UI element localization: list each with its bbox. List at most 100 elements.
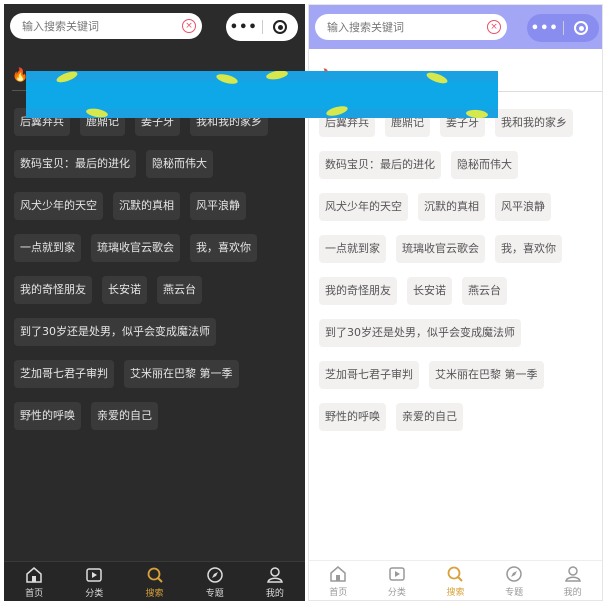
tab-label: 分类 [85,588,104,599]
clear-icon[interactable]: × [182,19,196,33]
compass-icon [506,565,522,582]
redaction-band [26,81,498,109]
target-icon [574,21,589,35]
tab-label: 搜索 [145,588,164,599]
clear-icon[interactable]: × [487,20,501,34]
hot-tag[interactable]: 长安诺 [407,277,452,305]
close-button[interactable] [262,20,298,34]
hot-tag[interactable]: 我和我的家乡 [495,109,573,137]
video-icon [86,567,103,582]
user-icon [564,565,581,582]
tab-mine[interactable]: 我的 [245,562,305,601]
tab-search[interactable]: 搜索 [124,562,184,601]
search-box[interactable]: × [315,14,507,40]
tab-home[interactable]: 首页 [4,562,64,601]
hot-tag[interactable]: 艾米丽在巴黎 第一季 [124,360,239,388]
top-bar: × ••• [309,5,602,49]
hot-tag[interactable]: 沉默的真相 [418,193,485,221]
more-button[interactable]: ••• [527,21,563,36]
home-icon [330,565,347,582]
search-input[interactable] [327,20,477,34]
search-input[interactable] [22,19,172,33]
tag-row: 芝加哥七君子审判 艾米丽在巴黎 第一季 [319,361,602,403]
hot-tag[interactable]: 燕云台 [157,276,202,304]
hot-tag[interactable]: 风犬少年的天空 [14,192,103,220]
tab-home[interactable]: 首页 [309,561,368,600]
redaction-overlay [26,71,498,118]
tab-label: 我的 [265,588,284,599]
user-icon [266,566,283,583]
hot-tag[interactable]: 数码宝贝：最后的进化 [14,150,136,178]
tag-row: 一点就到家 琉璃收官云歌会 我，喜欢你 [319,235,602,277]
search-icon [448,566,464,582]
leaf-decoration [265,71,289,81]
tab-label: 我的 [563,587,582,598]
tab-topics[interactable]: 专题 [485,561,544,600]
tab-category[interactable]: 分类 [64,562,124,601]
tab-label: 分类 [387,587,406,598]
tag-row: 我的奇怪朋友 长安诺 燕云台 [319,277,602,319]
hot-tag[interactable]: 艾米丽在巴黎 第一季 [429,361,544,389]
mini-program-capsule: ••• [527,14,599,42]
hot-tag[interactable]: 隐秘而伟大 [146,150,213,178]
home-icon [26,566,42,583]
comparison-stage: × ••• 🔥 后翼弃兵鹿鼎记姜子牙我和我的家乡 数码宝贝：最后的进化隐秘而伟大… [0,0,605,606]
hot-tag[interactable]: 我的奇怪朋友 [14,276,92,304]
tag-row: 一点就到家 琉璃收官云歌会 我，喜欢你 [14,234,304,276]
hot-tags: 后翼弃兵 鹿鼎记 姜子牙 我和我的家乡 数码宝贝：最后的进化 隐秘而伟大 风犬少年的天空… [14,108,304,444]
tab-bar: 首页 分类 搜索 专题 我的 [309,560,602,600]
tag-row: 野性的呼唤 亲爱的自己 [14,402,304,444]
search-box[interactable]: × [10,13,202,39]
hot-tag[interactable]: 亲爱的自己 [91,402,158,430]
tab-label: 专题 [505,587,524,598]
tag-row: 到了30岁还是处男，似乎会变成魔法师 [319,319,602,361]
tab-label: 专题 [205,588,224,599]
tab-bar: 首页 分类 搜索 专题 我的 [4,561,305,601]
leaf-decoration [465,109,489,118]
mini-program-capsule: ••• [226,13,298,41]
tab-topics[interactable]: 专题 [185,562,245,601]
hot-tag[interactable]: 野性的呼唤 [14,402,81,430]
hot-tag[interactable]: 我的奇怪朋友 [319,277,397,305]
hot-tag[interactable]: 燕云台 [462,277,507,305]
hot-tag[interactable]: 数码宝贝：最后的进化 [319,151,441,179]
hot-tags: 后翼弃兵 鹿鼎记 姜子牙 我和我的家乡 数码宝贝：最后的进化 隐秘而伟大 风犬少年的天空… [319,109,602,445]
hot-tag[interactable]: 我，喜欢你 [495,235,562,263]
tab-category[interactable]: 分类 [368,561,427,600]
top-bar: × ••• [4,4,305,48]
hot-tag[interactable]: 长安诺 [102,276,147,304]
tag-row: 芝加哥七君子审判 艾米丽在巴黎 第一季 [14,360,304,402]
target-icon [273,20,288,34]
hot-tag[interactable]: 芝加哥七君子审判 [319,361,419,389]
tab-label: 首页 [25,588,44,599]
hot-tag[interactable]: 到了30岁还是处男，似乎会变成魔法师 [14,318,216,346]
hot-tag[interactable]: 风犬少年的天空 [319,193,408,221]
hot-tag[interactable]: 亲爱的自己 [396,403,463,431]
hot-tag[interactable]: 到了30岁还是处男，似乎会变成魔法师 [319,319,521,347]
tab-mine[interactable]: 我的 [543,561,602,600]
tab-label: 搜索 [446,587,465,598]
tag-row: 数码宝贝：最后的进化 隐秘而伟大 [319,151,602,193]
hot-tag[interactable]: 芝加哥七君子审判 [14,360,114,388]
hot-tag[interactable]: 风平浪静 [190,192,246,220]
tab-search[interactable]: 搜索 [426,561,485,600]
hot-tag[interactable]: 野性的呼唤 [319,403,386,431]
video-icon [389,566,405,581]
close-button[interactable] [563,21,599,35]
tag-row: 野性的呼唤 亲爱的自己 [319,403,602,445]
hot-tag[interactable]: 一点就到家 [319,235,386,263]
tag-row: 数码宝贝：最后的进化 隐秘而伟大 [14,150,304,192]
hot-tag[interactable]: 隐秘而伟大 [451,151,518,179]
search-icon [147,567,163,583]
hot-tag[interactable]: 琉璃收官云歌会 [91,234,180,262]
more-button[interactable]: ••• [226,20,262,35]
compass-icon [206,566,223,583]
hot-tag[interactable]: 风平浪静 [495,193,551,221]
tag-row: 风犬少年的天空 沉默的真相 风平浪静 [14,192,304,234]
tag-row: 到了30岁还是处男，似乎会变成魔法师 [14,318,304,360]
hot-tag[interactable]: 沉默的真相 [113,192,180,220]
hot-tag[interactable]: 琉璃收官云歌会 [396,235,485,263]
hot-tag[interactable]: 一点就到家 [14,234,81,262]
tag-row: 风犬少年的天空 沉默的真相 风平浪静 [319,193,602,235]
hot-tag[interactable]: 我，喜欢你 [190,234,257,262]
